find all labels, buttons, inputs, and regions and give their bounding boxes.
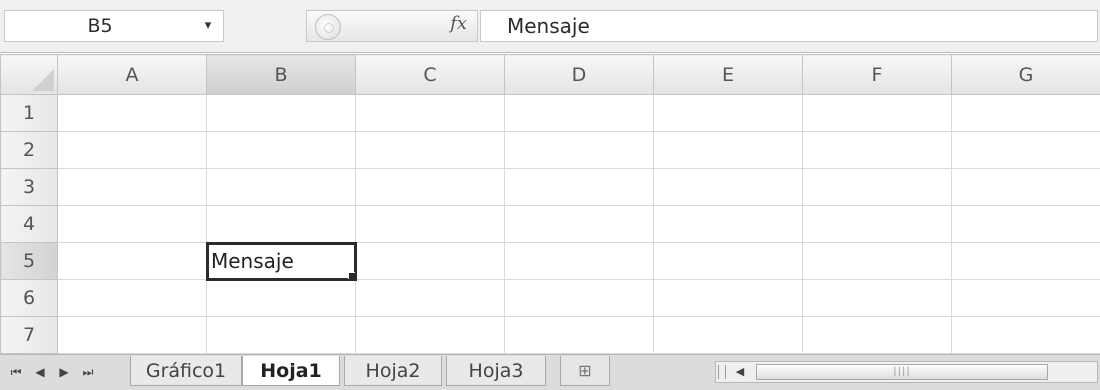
cell-d2[interactable] (505, 132, 654, 169)
insert-function-icon[interactable]: fx (450, 13, 467, 34)
grid-row: 4 (1, 206, 1100, 243)
cell-e2[interactable] (654, 132, 803, 169)
cell-a6[interactable] (58, 280, 207, 317)
cell-d3[interactable] (505, 169, 654, 206)
last-sheet-icon[interactable]: ⏭ (78, 363, 98, 381)
cell-e1[interactable] (654, 95, 803, 132)
cell-d1[interactable] (505, 95, 654, 132)
tab-grafico1[interactable]: Gráfico1 (130, 356, 242, 386)
sheet-tab-bar: ⏮ ◀ ▶ ⏭ Gráfico1 Hoja1 Hoja2 Hoja3 ⊞ ◀ |… (0, 354, 1100, 390)
column-header-b[interactable]: B (207, 55, 356, 95)
cell-g4[interactable] (952, 206, 1100, 243)
cell-e6[interactable] (654, 280, 803, 317)
scroll-thumb[interactable]: |||| (756, 364, 1048, 380)
cell-a2[interactable] (58, 132, 207, 169)
tab-hoja3[interactable]: Hoja3 (446, 356, 546, 386)
select-all-icon (32, 69, 54, 91)
cell-c2[interactable] (356, 132, 505, 169)
cell-c4[interactable] (356, 206, 505, 243)
select-all-corner[interactable] (1, 55, 58, 95)
row-header-6[interactable]: 6 (1, 280, 58, 317)
cell-f5[interactable] (803, 243, 952, 280)
cell-b1[interactable] (207, 95, 356, 132)
grid-row: 7 (1, 317, 1100, 354)
grid-row: 3 (1, 169, 1100, 206)
cell-e3[interactable] (654, 169, 803, 206)
column-header-c[interactable]: C (356, 55, 505, 95)
cell-a7[interactable] (58, 317, 207, 354)
cell-g7[interactable] (952, 317, 1100, 354)
row-header-7[interactable]: 7 (1, 317, 58, 354)
row-header-3[interactable]: 3 (1, 169, 58, 206)
tab-hoja2[interactable]: Hoja2 (344, 356, 442, 386)
cell-d5[interactable] (505, 243, 654, 280)
tab-split-handle[interactable] (718, 365, 726, 379)
cell-d6[interactable] (505, 280, 654, 317)
formula-input[interactable]: Mensaje (480, 10, 1098, 42)
cell-g6[interactable] (952, 280, 1100, 317)
prev-sheet-icon[interactable]: ◀ (30, 363, 50, 381)
first-sheet-icon[interactable]: ⏮ (6, 363, 26, 381)
column-header-d[interactable]: D (505, 55, 654, 95)
column-header-f[interactable]: F (803, 55, 952, 95)
cell-c5[interactable] (356, 243, 505, 280)
cell-b5-value: Mensaje (211, 249, 294, 273)
cell-c3[interactable] (356, 169, 505, 206)
cell-f7[interactable] (803, 317, 952, 354)
cell-f6[interactable] (803, 280, 952, 317)
spreadsheet-grid: A B C D E F G 1 2 (0, 54, 1100, 354)
cell-c6[interactable] (356, 280, 505, 317)
cell-d4[interactable] (505, 206, 654, 243)
column-header-g[interactable]: G (952, 55, 1100, 95)
cell-f1[interactable] (803, 95, 952, 132)
cell-f3[interactable] (803, 169, 952, 206)
tab-hoja1[interactable]: Hoja1 (242, 356, 340, 386)
formula-bar: B5 ▾ fx Mensaje (0, 0, 1100, 53)
column-header-a[interactable]: A (58, 55, 207, 95)
grid-row: 1 (1, 95, 1100, 132)
cell-a1[interactable] (58, 95, 207, 132)
cell-c7[interactable] (356, 317, 505, 354)
cell-g5[interactable] (952, 243, 1100, 280)
horizontal-scrollbar[interactable]: ◀ |||| (715, 361, 1098, 383)
cell-e7[interactable] (654, 317, 803, 354)
cell-b3[interactable] (207, 169, 356, 206)
column-header-e[interactable]: E (654, 55, 803, 95)
row-header-1[interactable]: 1 (1, 95, 58, 132)
cell-b6[interactable] (207, 280, 356, 317)
name-box[interactable]: B5 ▾ (4, 10, 224, 42)
active-cell-b5[interactable]: Mensaje (207, 243, 356, 280)
cell-e4[interactable] (654, 206, 803, 243)
next-sheet-icon[interactable]: ▶ (54, 363, 74, 381)
fill-handle[interactable] (348, 272, 356, 280)
expand-formula-button[interactable] (315, 14, 341, 40)
grid-row: 2 (1, 132, 1100, 169)
cell-d7[interactable] (505, 317, 654, 354)
grid-row: 6 (1, 280, 1100, 317)
row-header-4[interactable]: 4 (1, 206, 58, 243)
cell-g1[interactable] (952, 95, 1100, 132)
name-box-value: B5 (5, 11, 195, 41)
cell-f4[interactable] (803, 206, 952, 243)
cell-a5[interactable] (58, 243, 207, 280)
cell-a3[interactable] (58, 169, 207, 206)
cell-e5[interactable] (654, 243, 803, 280)
name-box-dropdown-icon[interactable]: ▾ (199, 17, 217, 35)
row-header-5[interactable]: 5 (1, 243, 58, 280)
cell-f2[interactable] (803, 132, 952, 169)
cell-b7[interactable] (207, 317, 356, 354)
cell-g2[interactable] (952, 132, 1100, 169)
cell-b2[interactable] (207, 132, 356, 169)
cell-a4[interactable] (58, 206, 207, 243)
cell-c1[interactable] (356, 95, 505, 132)
formula-controls: fx (306, 10, 478, 42)
cell-b4[interactable] (207, 206, 356, 243)
scroll-left-icon[interactable]: ◀ (730, 362, 750, 382)
cell-g3[interactable] (952, 169, 1100, 206)
insert-sheet-icon[interactable]: ⊞ (560, 356, 610, 386)
grid-row: 5 Mensaje (1, 243, 1100, 280)
row-header-2[interactable]: 2 (1, 132, 58, 169)
